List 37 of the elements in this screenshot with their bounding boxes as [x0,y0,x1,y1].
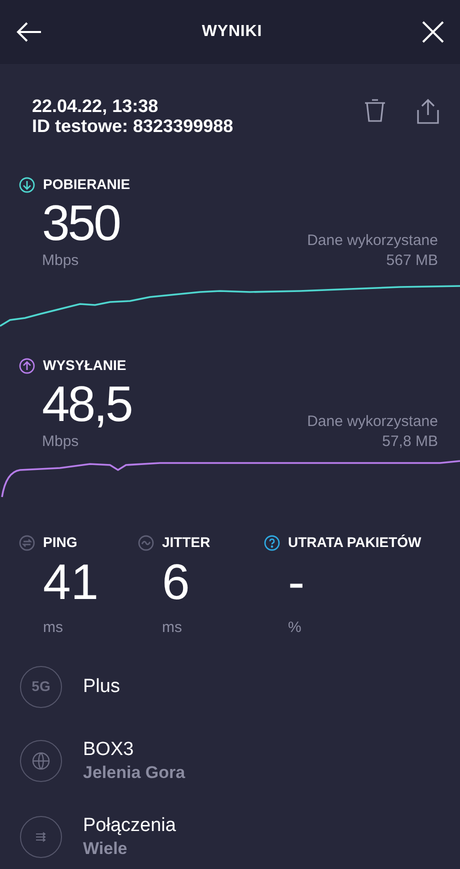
test-date: 22.04.22, 13:38 [32,96,160,116]
metric-unit: % [288,618,302,638]
screen-title: WYNIKI [202,22,262,42]
detail-title: BOX3 [83,738,135,762]
network-type-icon: 5G [32,676,50,697]
detail-title: Plus [83,674,120,698]
metric-value: - [288,553,305,611]
data-used-label: Dane wykorzystane [307,412,438,432]
metric-unit: ms [43,618,63,638]
wave-icon [138,534,154,550]
arrows-icon [35,832,47,842]
metric-value: 41 [43,553,99,611]
speed-value: 48,5 [42,376,132,432]
speed-unit: Mbps [42,251,80,271]
metric-value: 6 [162,553,190,611]
metric-label: UTRATA PAKIETÓW [288,533,422,552]
test-id: ID testowe: 8323399988 [32,116,234,136]
share-icon[interactable] [416,98,440,124]
globe-icon [32,752,50,770]
data-used-value: 567 MB [386,251,438,271]
data-used-value: 57,8 MB [382,432,438,452]
back-icon[interactable] [16,22,42,42]
metric-unit: ms [162,618,182,638]
metric-label: JITTER [162,533,210,552]
close-icon[interactable] [422,21,444,43]
detail-subtitle: Wiele [83,838,128,860]
trash-icon[interactable] [364,98,386,122]
speed-label: WYSYŁANIE [43,356,126,375]
detail-subtitle: Jelenia Gora [83,762,186,784]
help-icon[interactable] [264,534,280,550]
speed-unit: Mbps [42,432,80,452]
ping-icon [19,534,35,550]
speed-label: POBIERANIE [43,175,130,194]
speed-value: 350 [42,195,120,251]
metric-label: PING [43,533,78,552]
data-used-label: Dane wykorzystane [307,231,438,251]
detail-title: Połączenia [83,814,176,838]
